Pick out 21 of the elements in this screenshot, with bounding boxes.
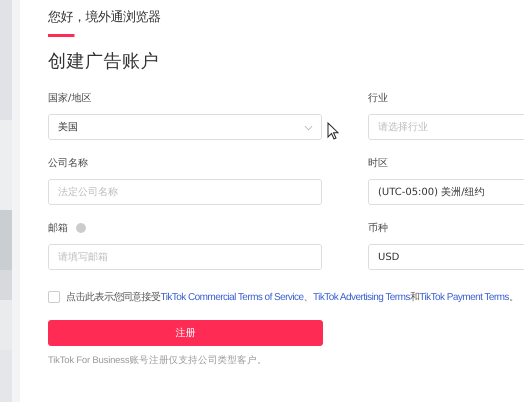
- register-button[interactable]: 注册: [48, 320, 323, 346]
- footnote-text: TikTok For Business账号注册仅支持公司类型客户。: [48, 354, 268, 367]
- field-label: 币种: [368, 222, 388, 235]
- greeting-tab[interactable]: 您好，境外通浏览器: [48, 8, 160, 37]
- page-heading: 创建广告账户: [48, 50, 160, 73]
- select-field[interactable]: 美国: [48, 114, 322, 140]
- agreement-text: 点击此表示您同意接受TikTok Commercial Terms of Service、TikTok Advertising Terms和TikTok Payment Terms。: [66, 290, 518, 304]
- terms-link[interactable]: TikTok Advertising Terms: [312, 292, 410, 303]
- help-icon[interactable]: [76, 223, 86, 233]
- field-label: 邮箱: [48, 222, 68, 235]
- select-field[interactable]: USD: [368, 244, 524, 270]
- terms-link[interactable]: TikTok Payment Terms: [419, 292, 509, 303]
- cursor-icon: [327, 122, 339, 140]
- field-label: 时区: [368, 156, 388, 170]
- field-label: 国家/地区: [48, 92, 92, 105]
- field-label: 行业: [368, 92, 388, 105]
- chevron-down-icon: [304, 125, 313, 131]
- terms-link[interactable]: TikTok Commercial Terms of Service: [160, 292, 304, 303]
- select-field[interactable]: (UTC-05:00) 美洲/纽约: [368, 179, 524, 205]
- checkbox[interactable]: [48, 291, 60, 303]
- field-label: 公司名称: [48, 157, 88, 170]
